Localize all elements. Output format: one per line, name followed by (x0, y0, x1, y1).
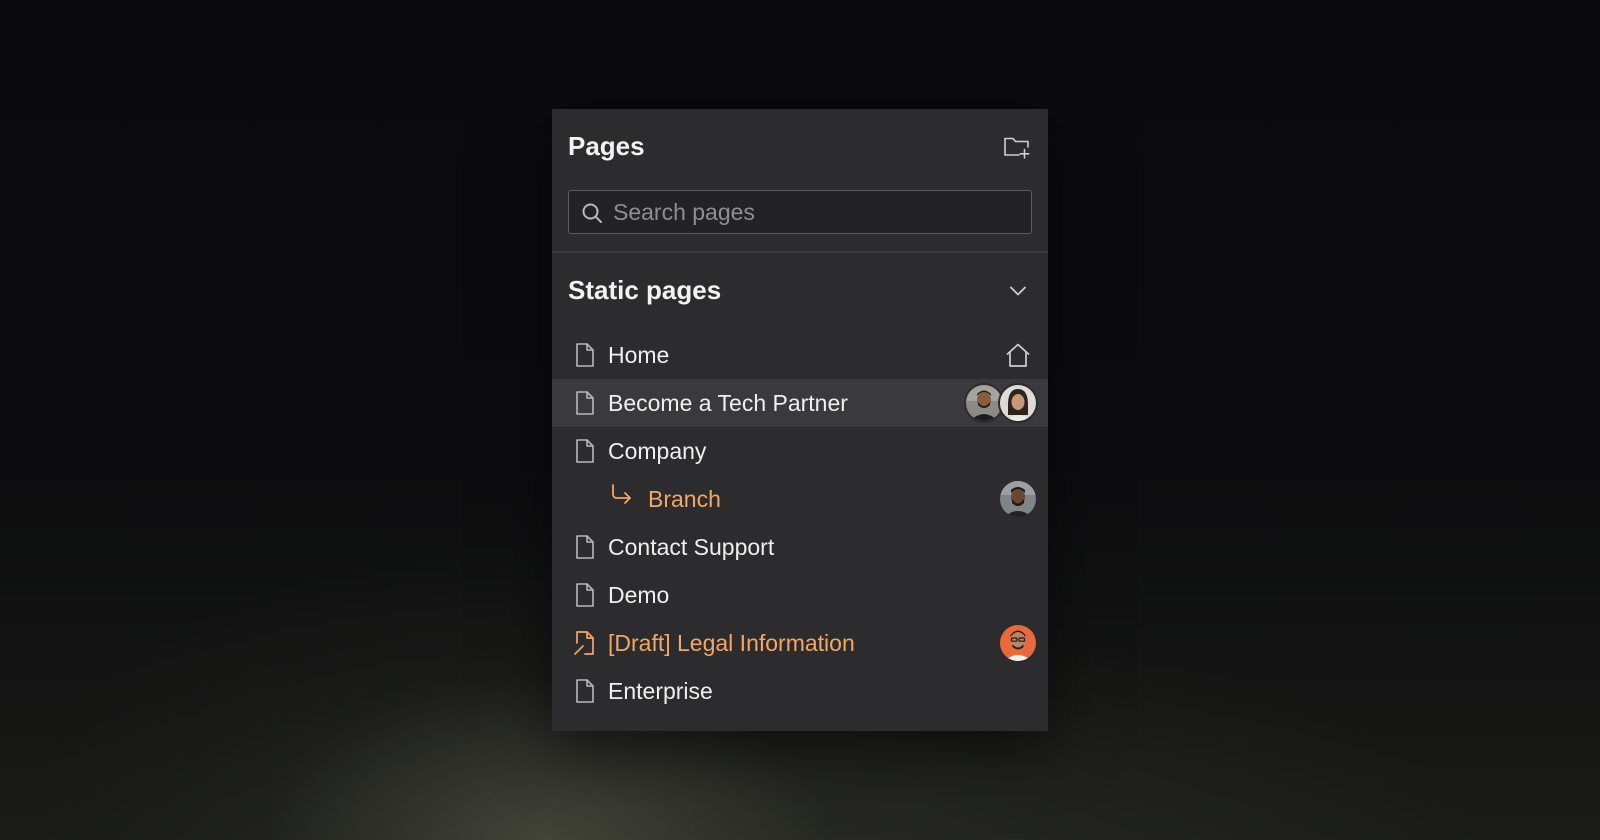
page-item-company[interactable]: Company (552, 427, 1048, 475)
page-label: Home (608, 342, 670, 368)
static-pages-section-toggle[interactable]: Static pages (568, 273, 1032, 307)
file-icon (576, 391, 594, 415)
page-item-contact-support[interactable]: Contact Support (552, 523, 1048, 571)
page-label: Contact Support (608, 534, 775, 560)
section-title: Static pages (568, 275, 722, 305)
page-item-become-a-tech-partner[interactable]: Become a Tech Partner (552, 379, 1048, 427)
avatar (998, 479, 1038, 519)
new-folder-button[interactable] (1002, 131, 1032, 161)
file-icon (576, 439, 594, 463)
avatar (998, 623, 1038, 663)
search-box (568, 190, 1032, 234)
branch-arrow-icon (612, 484, 631, 504)
page-label: Demo (608, 582, 670, 608)
page-item-enterprise[interactable]: Enterprise (552, 667, 1048, 715)
divider (552, 251, 1048, 253)
page-item-branch[interactable]: Branch (552, 475, 1048, 523)
page-label: Become a Tech Partner (608, 390, 848, 416)
page-list: Home Become a Tech Partner Company Branc… (552, 331, 1048, 715)
chevron-down-icon (1010, 286, 1026, 296)
page-label: Company (608, 438, 707, 464)
page-label: Enterprise (608, 678, 713, 704)
file-icon (576, 343, 594, 367)
avatar (998, 383, 1038, 423)
panel-header: Pages (568, 131, 1032, 161)
folder-plus-icon (1004, 137, 1030, 159)
panel-title: Pages (568, 131, 645, 161)
pages-panel: Pages Static pages Home (552, 109, 1048, 731)
search-icon (582, 203, 602, 223)
search-input[interactable] (611, 191, 1023, 234)
page-label: Branch (648, 486, 721, 512)
file-icon (576, 535, 594, 559)
file-icon (576, 679, 594, 703)
page-item-draft-legal-information[interactable]: [Draft] Legal Information (552, 619, 1048, 667)
home-icon (1006, 343, 1030, 367)
page-item-home[interactable]: Home (552, 331, 1048, 379)
page-label: [Draft] Legal Information (608, 630, 855, 656)
draft-file-icon (574, 631, 594, 655)
file-icon (576, 583, 594, 607)
page-item-demo[interactable]: Demo (552, 571, 1048, 619)
